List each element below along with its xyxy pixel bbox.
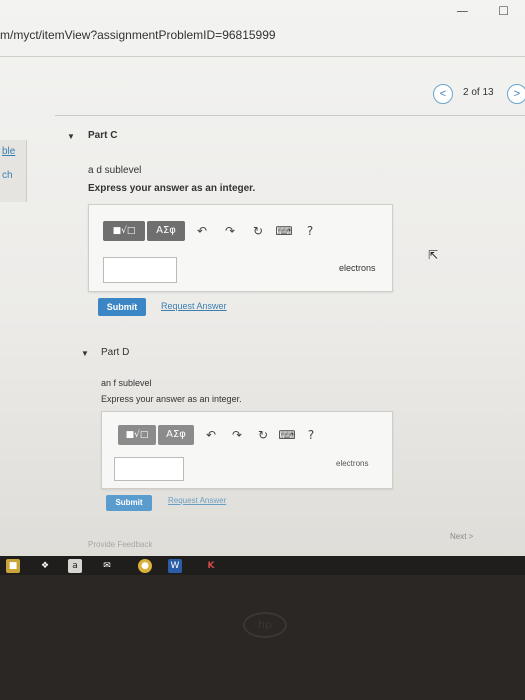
previous-item-button[interactable]: < <box>433 84 453 104</box>
maximize-icon[interactable]: ☐ <box>498 4 509 18</box>
next-item-button[interactable]: > <box>507 84 525 104</box>
left-panel-edge: ble ch <box>0 140 27 202</box>
part-c-units: electrons <box>339 263 376 273</box>
amazon-icon[interactable]: a <box>68 559 82 573</box>
mouse-cursor-icon: ⇱ <box>428 248 439 262</box>
redo-icon[interactable]: ↷ <box>221 221 239 241</box>
item-pager: < 2 of 13 > <box>433 84 525 106</box>
provide-feedback-link[interactable]: Provide Feedback <box>88 540 152 549</box>
undo-icon[interactable]: ↶ <box>193 221 211 241</box>
part-c-submit-button[interactable]: Submit <box>98 298 146 316</box>
redo-icon[interactable]: ↷ <box>228 425 246 445</box>
part-d-answer-input[interactable] <box>114 457 184 481</box>
undo-icon[interactable]: ↶ <box>202 425 220 445</box>
part-c-prompt: a d sublevel <box>88 165 142 176</box>
keyboard-icon[interactable]: ⌨ <box>278 425 296 445</box>
left-panel-text[interactable]: ch <box>2 170 13 181</box>
taskbar: ■ ❖ a ✉ ● W K <box>0 556 525 575</box>
hp-logo: hp <box>243 612 287 638</box>
collapse-triangle-icon[interactable]: ▼ <box>67 132 75 141</box>
part-d-answer-box: ■√□ ΑΣφ ↶ ↷ ↻ ⌨ ? electrons <box>101 411 393 489</box>
part-c-label[interactable]: Part C <box>88 130 117 141</box>
reset-icon[interactable]: ↻ <box>254 425 272 445</box>
word-icon[interactable]: W <box>168 559 182 573</box>
help-icon[interactable]: ? <box>301 221 319 241</box>
keyboard-icon[interactable]: ⌨ <box>275 221 293 241</box>
reset-icon[interactable]: ↻ <box>249 221 267 241</box>
next-button[interactable]: Next > <box>450 532 473 541</box>
part-c-answer-input[interactable] <box>103 257 177 283</box>
k-app-icon[interactable]: K <box>204 559 218 573</box>
lock-icon[interactable]: ■ <box>6 559 20 573</box>
item-count: 2 of 13 <box>463 87 494 98</box>
chrome-icon[interactable]: ● <box>138 559 152 573</box>
screen: — ☐ m/myct/itemView?assignmentProblemID=… <box>0 0 525 575</box>
greek-symbols-button[interactable]: ΑΣφ <box>147 221 185 241</box>
greek-symbols-button[interactable]: ΑΣφ <box>158 425 194 445</box>
part-d-prompt: an f sublevel <box>101 378 152 388</box>
part-d-units: electrons <box>336 459 369 468</box>
chevron-right-icon: > <box>513 88 521 100</box>
help-icon[interactable]: ? <box>302 425 320 445</box>
chevron-left-icon: < <box>439 88 447 100</box>
url-text[interactable]: m/myct/itemView?assignmentProblemID=9681… <box>0 28 276 42</box>
collapse-triangle-icon[interactable]: ▼ <box>81 349 89 358</box>
divider <box>0 56 525 57</box>
part-d-submit-button[interactable]: Submit <box>106 495 152 511</box>
minimize-icon[interactable]: — <box>456 4 468 18</box>
part-c-request-answer-link[interactable]: Request Answer <box>161 301 227 311</box>
mail-icon[interactable]: ✉ <box>100 559 114 573</box>
part-d-label[interactable]: Part D <box>101 347 129 358</box>
left-panel-link[interactable]: ble <box>2 146 15 157</box>
part-d-instruction: Express your answer as an integer. <box>101 394 242 404</box>
dropbox-icon[interactable]: ❖ <box>38 559 52 573</box>
part-d-request-answer-link[interactable]: Request Answer <box>168 496 226 505</box>
part-c-answer-box: ■√□ ΑΣφ ↶ ↷ ↻ ⌨ ? electrons <box>88 204 393 292</box>
math-toolbar: ■√□ ΑΣφ ↶ ↷ ↻ ⌨ ? <box>103 221 333 243</box>
math-toolbar: ■√□ ΑΣφ ↶ ↷ ↻ ⌨ ? <box>118 425 338 447</box>
window-controls: — ☐ <box>430 4 509 18</box>
templates-button[interactable]: ■√□ <box>118 425 156 445</box>
address-bar[interactable]: m/myct/itemView?assignmentProblemID=9681… <box>0 18 525 52</box>
part-c-instruction: Express your answer as an integer. <box>88 183 256 194</box>
divider <box>55 115 525 116</box>
templates-button[interactable]: ■√□ <box>103 221 145 241</box>
